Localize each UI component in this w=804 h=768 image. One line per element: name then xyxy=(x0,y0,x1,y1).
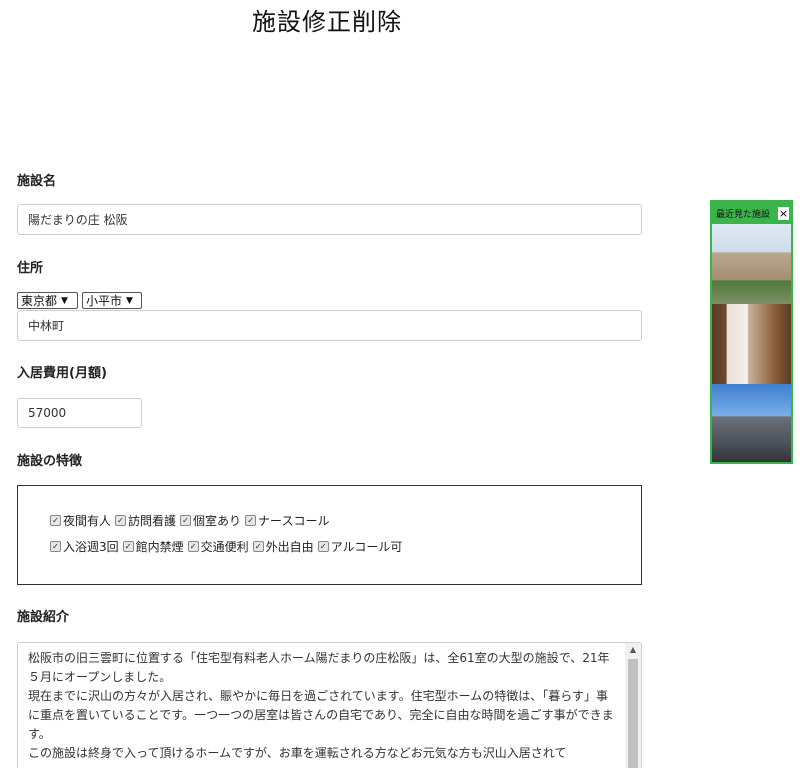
address-input[interactable]: 中林町 xyxy=(17,310,642,341)
intro-textarea[interactable]: 松阪市の旧三雲町に位置する「住宅型有料老人ホーム陽だまりの庄松阪」は、全61室の… xyxy=(17,642,642,768)
fee-label: 入居費用(月額) xyxy=(17,366,107,381)
checkbox-checked-icon[interactable]: ✓ xyxy=(317,541,329,552)
features-row-1: ✓ 夜間有人 ✓ 訪問看護 ✓ 個室あり ✓ ナースコール xyxy=(50,512,329,529)
feature-label: 個室あり xyxy=(193,514,242,528)
intro-paragraph: この施設は終身で入って頂けるホームですが、お車を運転される方などお元気な方も沢山… xyxy=(28,746,567,760)
checkbox-checked-icon[interactable]: ✓ xyxy=(122,541,134,552)
intro-label: 施設紹介 xyxy=(17,610,70,625)
features-label: 施設の特徴 xyxy=(17,454,83,469)
features-box: ✓ 夜間有人 ✓ 訪問看護 ✓ 個室あり ✓ ナースコール ✓ 入浴週3回 ✓ 館内禁煙 ✓ 交通便利 ✓… xyxy=(17,485,642,585)
feature-checkbox[interactable]: ✓ 外出自由 xyxy=(252,538,314,555)
recent-facility-thumbnail[interactable] xyxy=(712,224,791,304)
intro-paragraph: 松阪市の旧三雲町に位置する「住宅型有料老人ホーム陽だまりの庄松阪」は、全61室の… xyxy=(28,651,610,684)
feature-label: 夜間有人 xyxy=(63,514,112,528)
page-title: 施設修正削除 xyxy=(252,8,402,36)
feature-checkbox[interactable]: ✓ アルコール可 xyxy=(317,538,403,555)
address-label: 住所 xyxy=(17,261,44,276)
checkbox-checked-icon[interactable]: ✓ xyxy=(115,515,127,526)
page: 施設修正削除 施設名 陽だまりの庄 松阪 住所 東京都 ▼ 小平市 ▼ 中林町 … xyxy=(0,0,804,768)
close-icon[interactable]: × xyxy=(778,207,789,220)
prefecture-value: 東京都 xyxy=(21,294,58,308)
feature-checkbox[interactable]: ✓ 個室あり xyxy=(180,512,241,529)
recently-viewed-panel: 最近見た施設 × xyxy=(710,200,793,464)
recent-facility-thumbnail[interactable] xyxy=(712,304,791,384)
facility-name-value: 陽だまりの庄 松阪 xyxy=(28,213,128,227)
prefecture-select[interactable]: 東京都 ▼ xyxy=(17,292,78,309)
intro-scrollbar[interactable]: ▲ xyxy=(625,643,641,768)
feature-label: 交通便利 xyxy=(200,540,249,554)
checkbox-checked-icon[interactable]: ✓ xyxy=(50,515,61,526)
feature-label: ナースコール xyxy=(258,514,330,528)
feature-label: 外出自由 xyxy=(265,540,314,554)
fee-value: 57000 xyxy=(28,406,67,420)
address-value: 中林町 xyxy=(28,319,65,333)
feature-label: 訪問看護 xyxy=(128,514,177,528)
scroll-up-arrow-icon[interactable]: ▲ xyxy=(625,643,641,657)
fee-input[interactable]: 57000 xyxy=(17,398,142,428)
feature-checkbox[interactable]: ✓ 館内禁煙 xyxy=(122,538,184,555)
feature-checkbox[interactable]: ✓ ナースコール xyxy=(245,512,329,529)
city-select[interactable]: 小平市 ▼ xyxy=(82,292,142,309)
chevron-down-icon: ▼ xyxy=(126,295,133,306)
intro-text: 松阪市の旧三雲町に位置する「住宅型有料老人ホーム陽だまりの庄松阪」は、全61室の… xyxy=(28,649,618,763)
feature-label: 館内禁煙 xyxy=(135,540,184,554)
checkbox-checked-icon[interactable]: ✓ xyxy=(50,541,61,552)
feature-checkbox[interactable]: ✓ 入浴週3回 xyxy=(50,538,119,555)
feature-checkbox[interactable]: ✓ 交通便利 xyxy=(187,538,249,555)
checkbox-checked-icon[interactable]: ✓ xyxy=(245,515,257,526)
facility-name-input[interactable]: 陽だまりの庄 松阪 xyxy=(17,204,642,235)
city-value: 小平市 xyxy=(86,294,123,308)
feature-checkbox[interactable]: ✓ 訪問看護 xyxy=(115,512,176,529)
checkbox-checked-icon[interactable]: ✓ xyxy=(252,541,264,552)
chevron-down-icon: ▼ xyxy=(61,295,68,306)
feature-checkbox[interactable]: ✓ 夜間有人 xyxy=(50,512,111,529)
facility-name-label: 施設名 xyxy=(17,174,57,189)
features-row-2: ✓ 入浴週3回 ✓ 館内禁煙 ✓ 交通便利 ✓ 外出自由 ✓ アルコール可 xyxy=(50,538,402,555)
recent-facility-thumbnail[interactable] xyxy=(712,384,791,462)
checkbox-checked-icon[interactable]: ✓ xyxy=(180,515,192,526)
feature-label: アルコール可 xyxy=(330,540,403,554)
scroll-thumb[interactable] xyxy=(628,659,638,768)
feature-label: 入浴週3回 xyxy=(63,540,119,554)
checkbox-checked-icon[interactable]: ✓ xyxy=(187,541,199,552)
intro-paragraph: 現在までに沢山の方々が入居され、賑やかに毎日を過ごされています。住宅型ホームの特… xyxy=(28,689,614,741)
